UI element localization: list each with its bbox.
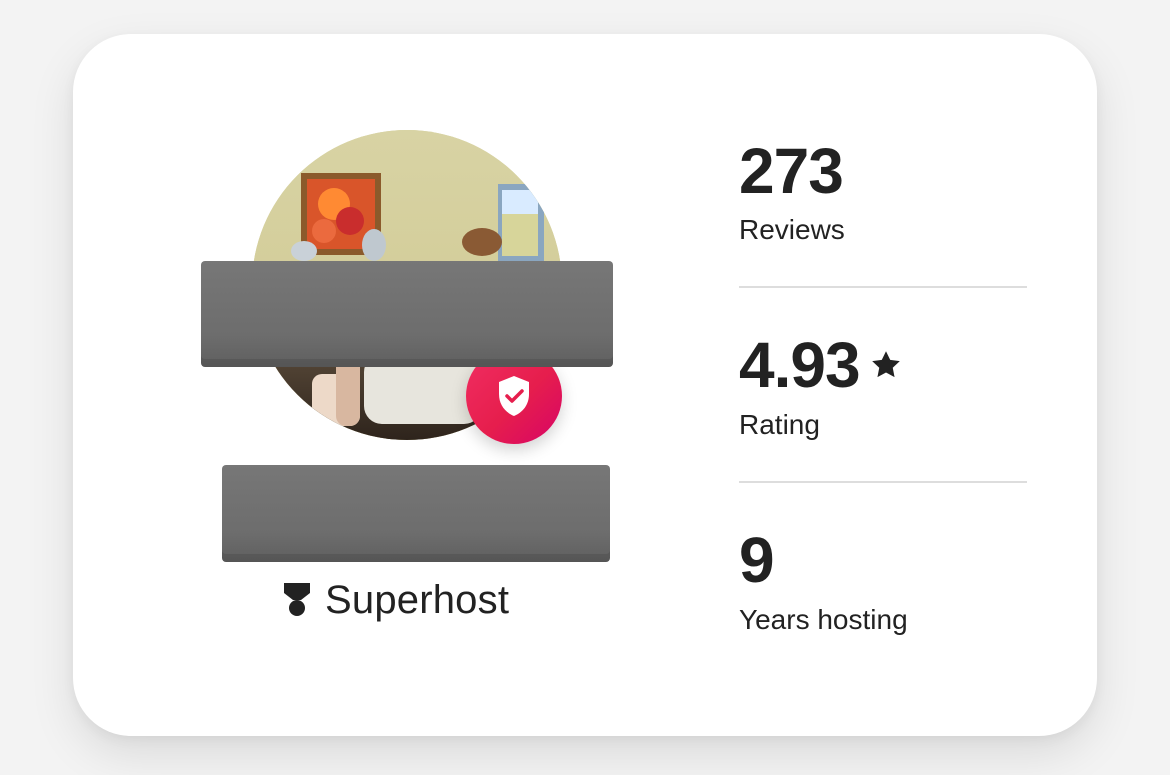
years-hosting-label: Years hosting — [739, 604, 908, 635]
stats-divider-1 — [739, 286, 1027, 288]
superhost-label: Superhost — [325, 578, 510, 622]
redacted-host-name-bottom — [222, 465, 610, 562]
superhost-badge: Superhost — [283, 580, 509, 620]
years-hosting-value: 9 — [739, 524, 775, 596]
host-profile-page: Superhost 273 Reviews 4.93 Rating 9 Year… — [0, 0, 1170, 775]
star-icon — [871, 351, 900, 378]
host-stats: 273 Reviews 4.93 Rating 9 Years hosting — [739, 0, 1027, 775]
shield-check-icon — [499, 376, 529, 416]
medal-icon — [284, 583, 310, 616]
reviews-count: 273 — [739, 135, 844, 207]
redacted-host-name-top — [201, 261, 613, 367]
reviews-label: Reviews — [739, 214, 845, 245]
rating-stat: 4.93 — [739, 333, 904, 397]
stats-divider-2 — [739, 481, 1027, 483]
rating-value: 4.93 — [739, 329, 861, 401]
rating-label: Rating — [739, 409, 820, 440]
